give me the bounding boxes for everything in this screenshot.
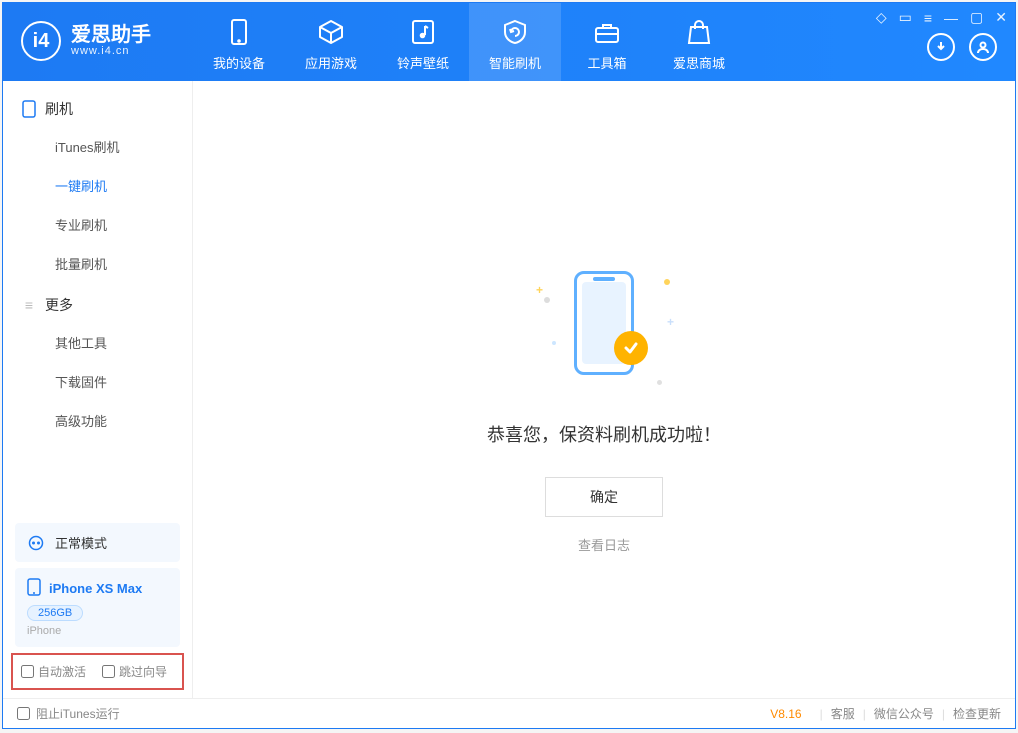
highlighted-options: 自动激活 跳过向导 xyxy=(11,653,184,690)
sidebar-item-download-firmware[interactable]: 下载固件 xyxy=(3,362,192,401)
logo: i4 爱思助手 www.i4.cn xyxy=(3,3,193,61)
app-window: i4 爱思助手 www.i4.cn 我的设备 应用游戏 xyxy=(2,2,1016,729)
device-info-box[interactable]: iPhone XS Max 256GB iPhone xyxy=(15,568,180,647)
checkbox-skip-guide[interactable]: 跳过向导 xyxy=(102,663,167,680)
sidebar-item-oneclick-flash[interactable]: 一键刷机 xyxy=(3,166,192,205)
logo-icon: i4 xyxy=(21,21,61,61)
tab-smart-flash[interactable]: 智能刷机 xyxy=(469,3,561,81)
sidebar-item-itunes-flash[interactable]: iTunes刷机 xyxy=(3,127,192,166)
tab-ringtone-wallpaper[interactable]: 铃声壁纸 xyxy=(377,3,469,81)
more-section-icon: ≡ xyxy=(21,297,37,313)
success-illustration: + + xyxy=(534,271,674,391)
window-controls: ◇ ▭ ≡ — ▢ ✕ xyxy=(876,9,1007,26)
close-icon[interactable]: ✕ xyxy=(995,9,1007,26)
success-headline: 恭喜您，保资料刷机成功啦！ xyxy=(487,421,721,447)
checkbox-label: 跳过向导 xyxy=(119,663,167,680)
toolbox-icon xyxy=(561,17,653,47)
tab-label: 爱思商城 xyxy=(653,53,745,72)
refresh-shield-icon xyxy=(469,17,561,47)
sidebar: 刷机 iTunes刷机 一键刷机 专业刷机 批量刷机 ≡ 更多 其他工具 下载固… xyxy=(3,81,193,698)
link-wechat[interactable]: 微信公众号 xyxy=(874,705,934,722)
dot-icon xyxy=(552,341,556,345)
tab-label: 铃声壁纸 xyxy=(377,53,469,72)
status-bar: 阻止iTunes运行 V8.16 | 客服 | 微信公众号 | 检查更新 xyxy=(3,698,1015,728)
device-name: iPhone XS Max xyxy=(49,581,142,596)
sidebar-item-pro-flash[interactable]: 专业刷机 xyxy=(3,205,192,244)
tab-label: 工具箱 xyxy=(561,53,653,72)
dot-icon xyxy=(664,279,670,285)
device-mode-box[interactable]: 正常模式 xyxy=(15,523,180,562)
device-capacity: 256GB xyxy=(27,605,83,621)
settings-icon[interactable]: ▭ xyxy=(899,9,912,26)
device-icon xyxy=(193,17,285,47)
theme-icon[interactable]: ◇ xyxy=(876,9,887,26)
link-check-update[interactable]: 检查更新 xyxy=(953,705,1001,722)
tab-store[interactable]: 爱思商城 xyxy=(653,3,745,81)
sparkle-icon: + xyxy=(667,315,674,329)
tab-label: 我的设备 xyxy=(193,53,285,72)
maximize-icon[interactable]: ▢ xyxy=(970,9,983,26)
flash-section-icon xyxy=(21,101,37,117)
download-manager-button[interactable] xyxy=(927,33,955,61)
view-log-link[interactable]: 查看日志 xyxy=(578,535,630,554)
sidebar-section-more: ≡ 更多 其他工具 下载固件 高级功能 xyxy=(3,283,192,440)
app-title: 爱思助手 xyxy=(71,25,151,45)
cube-icon xyxy=(285,17,377,47)
bag-icon xyxy=(653,17,745,47)
app-domain: www.i4.cn xyxy=(71,45,151,57)
sidebar-item-other-tools[interactable]: 其他工具 xyxy=(3,323,192,362)
sidebar-section-flash: 刷机 iTunes刷机 一键刷机 专业刷机 批量刷机 xyxy=(3,87,192,283)
menu-icon[interactable]: ≡ xyxy=(924,10,932,26)
device-phone-icon xyxy=(27,578,41,599)
tab-my-device[interactable]: 我的设备 xyxy=(193,3,285,81)
header-aux-buttons xyxy=(927,33,997,61)
checkbox-auto-activate[interactable]: 自动激活 xyxy=(21,663,86,680)
main-body: 刷机 iTunes刷机 一键刷机 专业刷机 批量刷机 ≡ 更多 其他工具 下载固… xyxy=(3,81,1015,698)
minimize-icon[interactable]: — xyxy=(944,10,958,26)
account-button[interactable] xyxy=(969,33,997,61)
checkbox-label: 阻止iTunes运行 xyxy=(36,705,120,722)
sidebar-footer: 正常模式 iPhone XS Max 256GB iPhone 自 xyxy=(3,517,192,698)
link-support[interactable]: 客服 xyxy=(831,705,855,722)
sidebar-item-batch-flash[interactable]: 批量刷机 xyxy=(3,244,192,283)
title-bar: i4 爱思助手 www.i4.cn 我的设备 应用游戏 xyxy=(3,3,1015,81)
tab-app-games[interactable]: 应用游戏 xyxy=(285,3,377,81)
checkbox-label: 自动激活 xyxy=(38,663,86,680)
version-label: V8.16 xyxy=(770,707,801,721)
checkbox-block-itunes[interactable] xyxy=(17,707,30,720)
top-nav: 我的设备 应用游戏 铃声壁纸 智能刷机 xyxy=(193,3,745,81)
mode-label: 正常模式 xyxy=(55,533,107,552)
checkbox-skip-guide-input[interactable] xyxy=(102,665,115,678)
tab-toolbox[interactable]: 工具箱 xyxy=(561,3,653,81)
sidebar-item-advanced[interactable]: 高级功能 xyxy=(3,401,192,440)
checkbox-auto-activate-input[interactable] xyxy=(21,665,34,678)
mode-icon xyxy=(27,534,45,552)
tab-label: 应用游戏 xyxy=(285,53,377,72)
music-note-icon xyxy=(377,17,469,47)
device-type: iPhone xyxy=(27,625,168,637)
ok-button[interactable]: 确定 xyxy=(545,477,663,517)
tab-label: 智能刷机 xyxy=(469,53,561,72)
sidebar-section-title: 更多 xyxy=(45,295,73,315)
sidebar-section-title: 刷机 xyxy=(45,99,73,119)
dot-icon xyxy=(657,380,662,385)
content-pane: + + 恭喜您，保资料刷机成功啦！ 确定 查看日志 xyxy=(193,81,1015,698)
sparkle-icon: + xyxy=(536,283,543,297)
check-badge-icon xyxy=(614,331,648,365)
dot-icon xyxy=(544,297,550,303)
